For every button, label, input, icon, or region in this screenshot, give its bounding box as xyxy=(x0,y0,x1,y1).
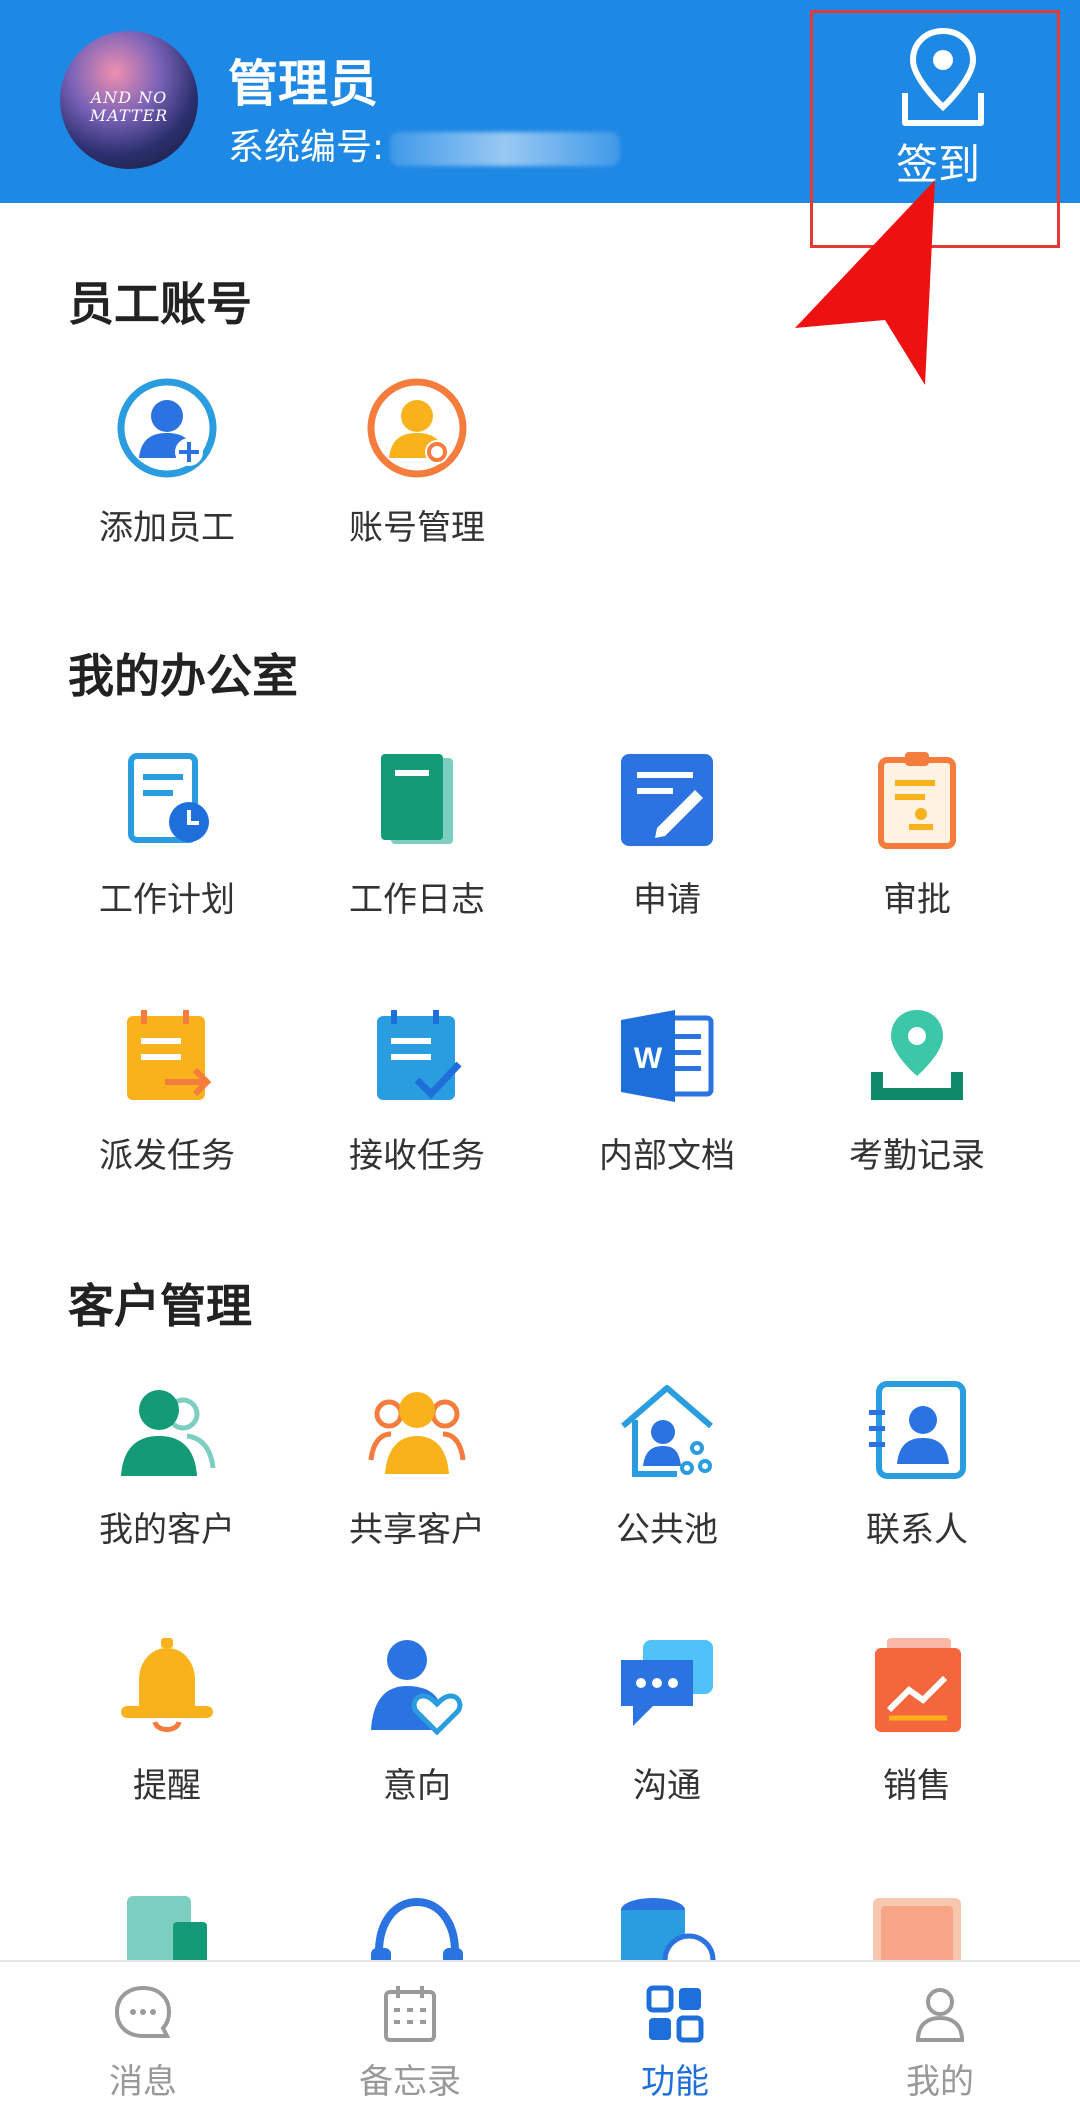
document-icon xyxy=(127,1896,207,1960)
invoice-icon xyxy=(873,1898,961,1960)
intention-icon xyxy=(371,1640,463,1736)
grid-item-label: 共享客户 xyxy=(349,1510,485,1550)
grid-item-account-management[interactable]: 账号管理 xyxy=(292,378,542,568)
account-settings-icon xyxy=(367,378,467,478)
user-name: 管理员 xyxy=(228,55,378,113)
nav-item-messages[interactable]: 消息 xyxy=(8,1962,278,2120)
grid-item-label: 意向 xyxy=(383,1766,451,1806)
grid-item-label: 联系人 xyxy=(866,1510,968,1550)
avatar-text-line1: AND NO xyxy=(90,88,168,107)
user-icon xyxy=(915,1988,965,2042)
nav-label: 消息 xyxy=(109,2062,177,2102)
bell-icon xyxy=(121,1638,213,1732)
bottom-nav: 消息 备忘录 功能 我的 xyxy=(0,1960,1080,2120)
grid-item-add-employee[interactable]: 添加员工 xyxy=(42,378,292,568)
calendar-icon xyxy=(384,1986,436,2042)
grid-item-label: 销售 xyxy=(883,1766,951,1806)
grid-item-label: 工作日志 xyxy=(349,880,485,920)
grid-item-label: 派发任务 xyxy=(99,1136,235,1176)
chat-icon xyxy=(621,1640,713,1726)
grid-item-intention[interactable]: 意向 xyxy=(292,1636,542,1826)
dispatch-task-icon xyxy=(127,1010,212,1100)
pointer-arrow-icon xyxy=(795,180,935,385)
section-title-employee: 员工账号 xyxy=(68,277,252,331)
nav-label: 我的 xyxy=(906,2062,974,2102)
grid-item-partial-3[interactable] xyxy=(542,1892,792,1960)
grid-item-label: 提醒 xyxy=(133,1766,201,1806)
headset-icon xyxy=(371,1897,463,1960)
message-icon xyxy=(114,1985,172,2038)
grid-item-label: 工作计划 xyxy=(99,880,235,920)
nav-item-me[interactable]: 我的 xyxy=(805,1962,1075,2120)
avatar-text: AND NO MATTER xyxy=(74,89,184,125)
system-id-value-redacted xyxy=(390,132,621,166)
grid-item-shared-customers[interactable]: 共享客户 xyxy=(292,1380,542,1570)
grid-item-communication[interactable]: 沟通 xyxy=(542,1636,792,1826)
nav-item-functions[interactable]: 功能 xyxy=(540,1962,810,2120)
approval-icon xyxy=(878,752,956,849)
sales-chart-icon xyxy=(875,1638,961,1732)
add-user-icon xyxy=(117,378,217,478)
grid-item-label: 账号管理 xyxy=(349,508,485,548)
avatar[interactable]: AND NO MATTER xyxy=(60,31,198,169)
grid-item-attendance[interactable]: 考勤记录 xyxy=(792,1006,1042,1196)
section-title-customer: 客户管理 xyxy=(68,1279,252,1333)
attendance-icon xyxy=(871,1010,963,1100)
nav-item-memo[interactable]: 备忘录 xyxy=(275,1962,545,2120)
grid-item-label: 公共池 xyxy=(616,1510,718,1550)
grid-item-label: 内部文档 xyxy=(599,1136,735,1176)
nav-label: 功能 xyxy=(641,2062,709,2102)
grid-item-label: 沟通 xyxy=(633,1766,701,1806)
grid-item-partial-2[interactable] xyxy=(292,1892,542,1960)
grid-item-work-log[interactable]: 工作日志 xyxy=(292,750,542,940)
grid-item-label: 考勤记录 xyxy=(849,1136,985,1176)
database-money-icon xyxy=(621,1898,716,1960)
grid-item-internal-docs[interactable]: W 内部文档 xyxy=(542,1006,792,1196)
grid-item-label: 接收任务 xyxy=(349,1136,485,1176)
grid-item-approval[interactable]: 审批 xyxy=(792,750,1042,940)
grid-item-apply[interactable]: 申请 xyxy=(542,750,792,940)
grid-item-label: 审批 xyxy=(883,880,951,920)
system-id: 系统编号: xyxy=(228,118,621,170)
grid-icon xyxy=(646,1985,704,2043)
grid-item-partial-4[interactable] xyxy=(792,1892,1042,1960)
grid-item-contacts[interactable]: 联系人 xyxy=(792,1380,1042,1570)
grid-item-partial-1[interactable] xyxy=(42,1892,292,1960)
my-customer-icon xyxy=(121,1390,216,1476)
svg-text:W: W xyxy=(634,1042,663,1075)
word-doc-icon: W xyxy=(621,1010,714,1102)
location-pin-icon xyxy=(902,27,984,126)
system-id-label: 系统编号: xyxy=(228,127,385,168)
contact-icon xyxy=(869,1381,966,1479)
header: AND NO MATTER 管理员 系统编号: 签到 xyxy=(0,0,1080,248)
public-pool-icon xyxy=(621,1385,713,1477)
grid-item-reminder[interactable]: 提醒 xyxy=(42,1636,292,1826)
grid-item-work-plan[interactable]: 工作计划 xyxy=(42,750,292,940)
shared-customer-icon xyxy=(368,1392,466,1474)
receive-task-icon xyxy=(377,1010,462,1100)
grid-item-sales[interactable]: 销售 xyxy=(792,1636,1042,1826)
work-plan-icon xyxy=(128,753,209,843)
grid-item-dispatch-task[interactable]: 派发任务 xyxy=(42,1006,292,1196)
apply-icon xyxy=(621,754,713,846)
grid-item-receive-task[interactable]: 接收任务 xyxy=(292,1006,542,1196)
grid-item-label: 申请 xyxy=(633,880,701,920)
avatar-text-line2: MATTER xyxy=(89,106,169,125)
grid-item-label: 添加员工 xyxy=(99,508,235,548)
grid-item-label: 我的客户 xyxy=(99,1510,235,1550)
grid-item-my-customers[interactable]: 我的客户 xyxy=(42,1380,292,1570)
nav-label: 备忘录 xyxy=(359,2062,461,2102)
work-log-icon xyxy=(381,754,453,844)
section-title-office: 我的办公室 xyxy=(68,649,298,703)
grid-item-public-pool[interactable]: 公共池 xyxy=(542,1380,792,1570)
